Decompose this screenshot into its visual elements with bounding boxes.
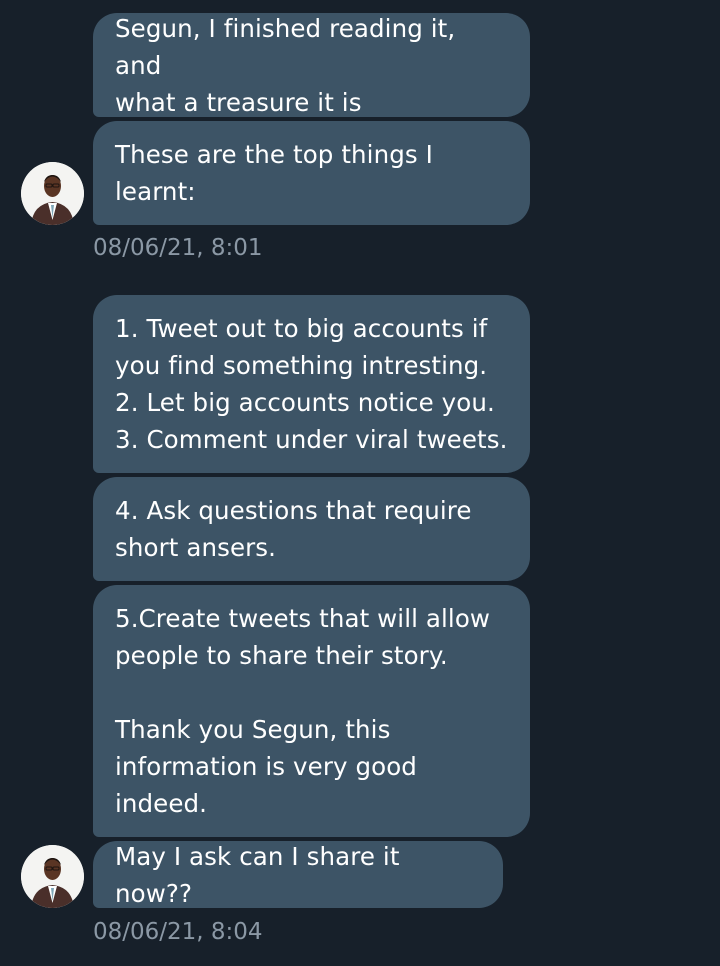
message-bubble[interactable]: 5.Create tweets that will allow people t…	[93, 585, 530, 837]
message-text: These are the top things I learnt:	[115, 140, 433, 206]
message-timestamp: 08/06/21, 8:01	[93, 235, 263, 261]
message-text: 4. Ask questions that require short anse…	[115, 496, 472, 562]
message-bubble[interactable]: These are the top things I learnt:	[93, 121, 530, 225]
message-timestamp: 08/06/21, 8:04	[93, 919, 263, 945]
message-text: 1. Tweet out to big accounts if you find…	[115, 314, 508, 454]
message-text: 5.Create tweets that will allow people t…	[115, 604, 491, 818]
message-bubble[interactable]: May I ask can I share it now??	[93, 841, 503, 908]
user-avatar-icon[interactable]	[21, 845, 84, 908]
user-avatar-icon[interactable]	[21, 162, 84, 225]
message-bubble[interactable]: Segun, I finished reading it, and what a…	[93, 13, 530, 117]
message-text: Segun, I finished reading it, and what a…	[115, 13, 456, 117]
dm-conversation: Segun, I finished reading it, and what a…	[0, 0, 720, 966]
message-bubble[interactable]: 4. Ask questions that require short anse…	[93, 477, 530, 581]
message-text: May I ask can I share it now??	[115, 841, 408, 908]
message-bubble[interactable]: 1. Tweet out to big accounts if you find…	[93, 295, 530, 473]
